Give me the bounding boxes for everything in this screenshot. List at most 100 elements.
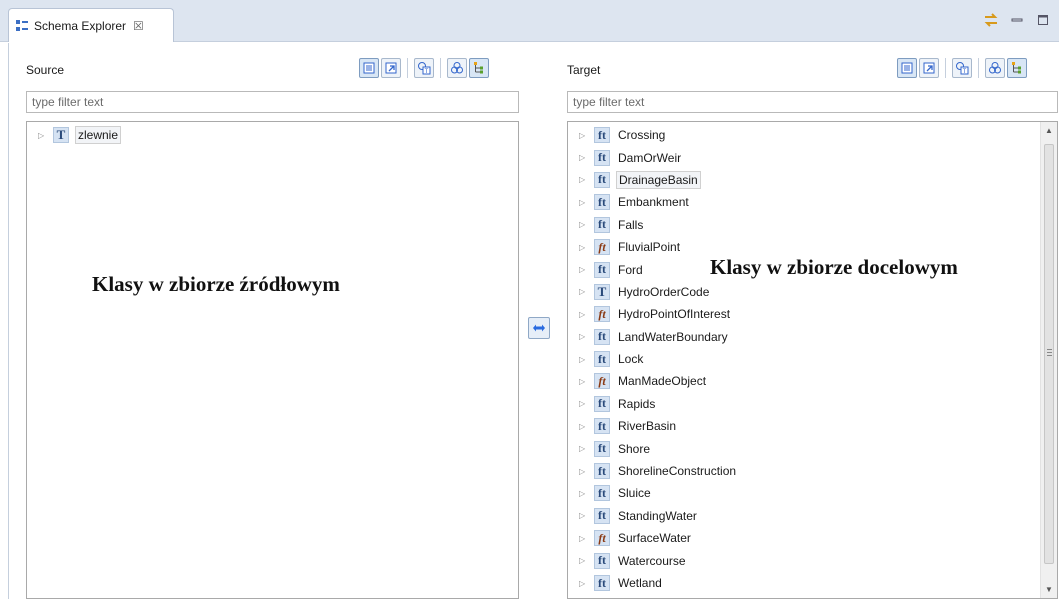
tree-item[interactable]: ▷ ft DrainageBasin	[568, 169, 1057, 191]
expand-arrow-icon[interactable]: ▷	[579, 556, 587, 565]
expand-arrow-icon[interactable]: ▷	[579, 265, 587, 274]
feature-type-icon: ft	[594, 575, 610, 591]
tree-item[interactable]: ▷ ft Watercourse	[568, 549, 1057, 571]
target-filter-input[interactable]	[567, 91, 1058, 113]
feature-type-icon: ft	[594, 440, 610, 457]
vertical-scrollbar[interactable]: ▲ ▼	[1040, 122, 1057, 598]
expand-icon[interactable]	[381, 58, 401, 78]
source-filter-input[interactable]	[26, 91, 519, 113]
tree-item[interactable]: ▷ ft DamOrWeir	[568, 146, 1057, 168]
tree-item-label: StandingWater	[618, 508, 697, 523]
grip-icon	[1047, 349, 1052, 358]
feature-type-icon: ft	[594, 507, 610, 524]
show-list-icon[interactable]	[897, 58, 917, 78]
expand-arrow-icon[interactable]: ▷	[579, 511, 587, 520]
tree-item[interactable]: ▷ ft RiverBasin	[568, 415, 1057, 437]
close-icon[interactable]: ☒	[133, 19, 144, 33]
double-arrow-icon	[533, 324, 545, 332]
expand-arrow-icon[interactable]: ▷	[579, 399, 587, 408]
feature-type-icon: ft	[594, 149, 610, 166]
toolbar-separator	[978, 58, 979, 78]
expand-arrow-icon[interactable]: ▷	[579, 467, 587, 476]
expand-arrow-icon[interactable]: ▷	[579, 489, 587, 498]
tree-item-label: Wetland	[618, 576, 662, 590]
tree-item-label: DamOrWeir	[618, 150, 682, 165]
expand-arrow-icon[interactable]: ▷	[38, 131, 46, 140]
tree-item[interactable]: ▷ ft Rapids	[568, 393, 1057, 415]
minimize-icon[interactable]	[1009, 12, 1025, 28]
expand-arrow-icon[interactable]: ▷	[579, 153, 587, 162]
tree-item[interactable]: ▷ ft LandWaterBoundary	[568, 326, 1057, 348]
expand-arrow-icon[interactable]: ▷	[579, 131, 587, 140]
feature-type-icon: ft	[594, 485, 610, 502]
target-toolbar: T	[897, 58, 1027, 78]
source-annotation: Klasy w zbiorze źródłowym	[92, 272, 340, 296]
tree-item-label: Sluice	[618, 486, 651, 501]
schema-explorer-tab[interactable]: Schema Explorer ☒	[8, 8, 174, 42]
feature-type-icon: ft	[594, 395, 610, 412]
expand-arrow-icon[interactable]: ▷	[579, 579, 587, 588]
tab-title: Schema Explorer	[34, 18, 127, 33]
tree-item[interactable]: ▷ ft Falls	[568, 214, 1057, 236]
source-tree[interactable]: ▷ Tzlewnie Klasy w zbiorze źródłowym	[26, 121, 519, 599]
map-button[interactable]	[528, 317, 550, 339]
show-list-icon[interactable]	[359, 58, 379, 78]
source-toolbar: T	[359, 58, 489, 78]
feature-type-icon: ft	[594, 418, 610, 435]
tree-item[interactable]: ▷ ft SurfaceWater	[568, 527, 1057, 549]
tree-item[interactable]: ▷ ft ManMadeObject	[568, 370, 1057, 392]
expand-arrow-icon[interactable]: ▷	[579, 310, 587, 319]
feature-type-icon: ft	[594, 261, 610, 278]
tree-item-label: RiverBasin	[618, 419, 677, 434]
link-with-editor-icon[interactable]	[983, 12, 999, 28]
feature-type-icon: ft	[594, 127, 610, 144]
relations-icon[interactable]	[447, 58, 467, 78]
tree-item[interactable]: ▷ ft Shore	[568, 437, 1057, 459]
tree-item[interactable]: ▷ ft Crossing	[568, 124, 1057, 146]
tree-item[interactable]: ▷ ft StandingWater	[568, 505, 1057, 527]
scroll-thumb[interactable]	[1044, 144, 1054, 564]
tree-item[interactable]: ▷ Tzlewnie	[27, 124, 518, 146]
scroll-up-icon[interactable]: ▲	[1041, 122, 1057, 139]
expand-arrow-icon[interactable]: ▷	[579, 243, 587, 252]
feature-type-icon: ft	[594, 328, 610, 345]
tree-item[interactable]: ▷ ft Sluice	[568, 482, 1057, 504]
expand-arrow-icon[interactable]: ▷	[579, 355, 587, 364]
scroll-down-icon[interactable]: ▼	[1041, 581, 1057, 598]
target-title: Target	[567, 63, 601, 77]
expand-arrow-icon[interactable]: ▷	[579, 377, 587, 386]
tree-item[interactable]: ▷ ft Embankment	[568, 191, 1057, 213]
type-icon: T	[53, 127, 69, 144]
hierarchy-icon[interactable]	[469, 58, 489, 78]
schema-explorer-content: Source T ▷ Tzlewnie Klasy w zbiorze źródł…	[8, 43, 1059, 599]
svg-text:T: T	[425, 69, 429, 75]
toolbar-separator	[407, 58, 408, 78]
tree-item[interactable]: ▷ ft ShorelineConstruction	[568, 460, 1057, 482]
expand-arrow-icon[interactable]: ▷	[579, 444, 587, 453]
maximize-icon[interactable]	[1035, 12, 1051, 28]
relations-icon[interactable]	[985, 58, 1005, 78]
expand-arrow-icon[interactable]: ▷	[579, 220, 587, 229]
type-filter-icon[interactable]: T	[414, 58, 434, 78]
tree-item[interactable]: ▷ ft HydroPointOfInterest	[568, 303, 1057, 325]
tree-item-label: ShorelineConstruction	[618, 464, 737, 479]
type-filter-icon[interactable]: T	[952, 58, 972, 78]
tree-item-label: Rapids	[618, 396, 656, 411]
tree-item-label: Shore	[618, 441, 651, 456]
tree-item[interactable]: ▷ T HydroOrderCode	[568, 281, 1057, 303]
target-tree[interactable]: ▷ ft Crossing ▷ ft DamOrWeir ▷ ft DrainageBasin ▷…	[567, 121, 1058, 599]
expand-arrow-icon[interactable]: ▷	[579, 175, 587, 184]
expand-arrow-icon[interactable]: ▷	[579, 198, 587, 207]
type-icon: T	[594, 283, 610, 300]
expand-arrow-icon[interactable]: ▷	[579, 332, 587, 341]
expand-arrow-icon[interactable]: ▷	[579, 422, 587, 431]
tree-item[interactable]: ▷ ft Wetland	[568, 572, 1057, 594]
expand-arrow-icon[interactable]: ▷	[579, 287, 587, 296]
hierarchy-icon[interactable]	[1007, 58, 1027, 78]
schema-explorer-icon	[15, 19, 29, 33]
expand-arrow-icon[interactable]: ▷	[579, 534, 587, 543]
tree-item-label: Crossing	[618, 128, 666, 143]
expand-icon[interactable]	[919, 58, 939, 78]
tree-item[interactable]: ▷ ft Lock	[568, 348, 1057, 370]
toolbar-separator	[945, 58, 946, 78]
